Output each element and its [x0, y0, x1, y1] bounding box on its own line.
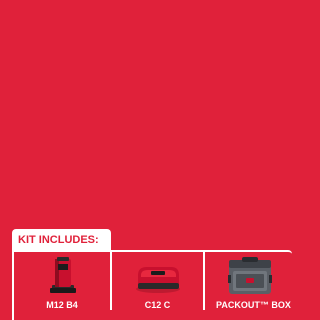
- kit-includes-heading: KIT INCLUDES:: [12, 229, 111, 251]
- kit-item-label: M12 B4: [46, 300, 78, 310]
- kit-includes-label: KIT INCLUDES:: [18, 234, 99, 246]
- kit-item-battery[interactable]: M12 B4: [14, 252, 110, 310]
- battery-icon: [14, 255, 110, 295]
- charger-icon: [112, 255, 203, 295]
- kit-item-label: C12 C: [144, 300, 171, 310]
- product-page: { "kit": { "heading": "KIT INCLUDES:", "…: [0, 0, 292, 320]
- kit-item-label: PACKOUT™ BOX: [216, 300, 291, 310]
- kit-item-charger[interactable]: C12 C: [112, 252, 203, 310]
- kit-item-packout-box[interactable]: PACKOUT™ BOX: [205, 252, 295, 310]
- toolbox-icon: [205, 255, 295, 295]
